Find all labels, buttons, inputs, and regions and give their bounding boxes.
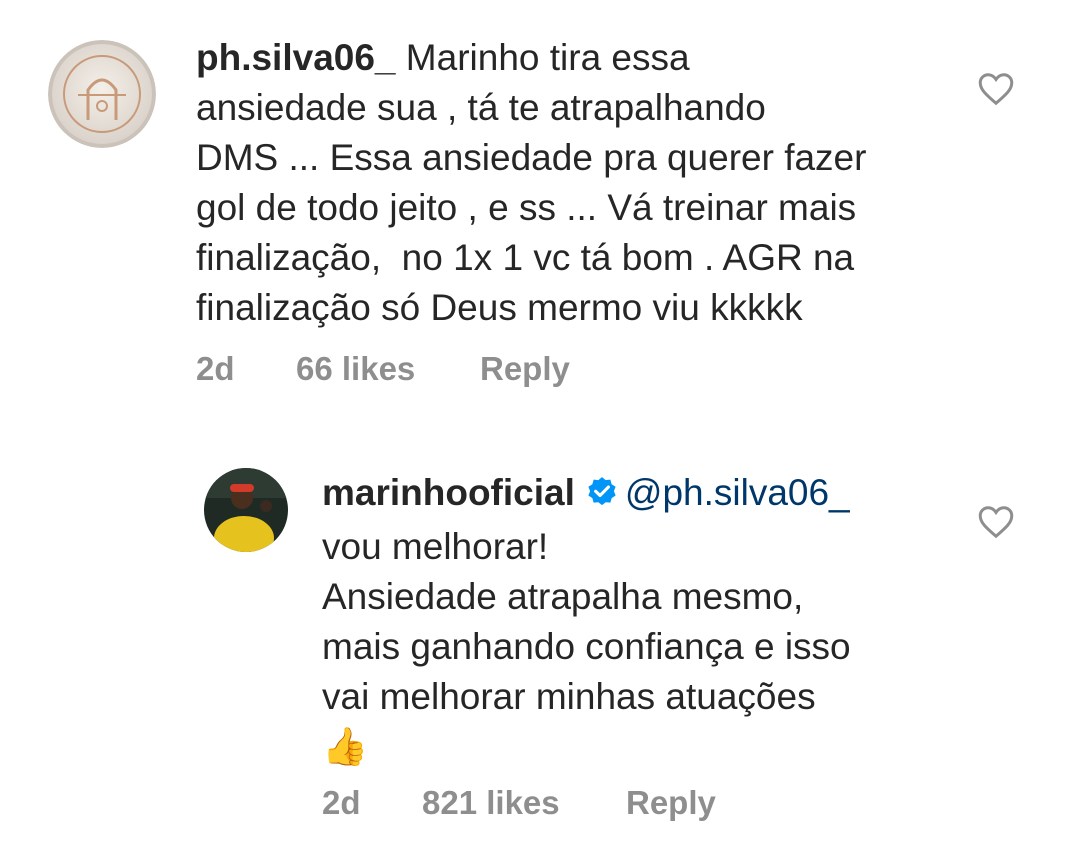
comment-line: Ansiedade atrapalha mesmo, — [322, 576, 804, 617]
thumbs-up-emoji: 👍 — [322, 726, 369, 767]
comment-line: finalização só Deus mermo viu kkkkk — [196, 287, 803, 328]
comment-time: 2d — [196, 350, 235, 387]
comment-line: Marinho tira essa — [395, 37, 690, 78]
heart-outline-icon[interactable] — [978, 505, 1014, 539]
comment-meta: 2d 66 likes Reply — [196, 350, 570, 388]
username[interactable]: ph.silva06_ — [196, 37, 396, 78]
comment-meta: 2d 821 likes Reply — [322, 784, 716, 822]
avatar[interactable] — [48, 40, 156, 148]
comment-text: marinhooficial @ph.silva06_ vou melhorar!… — [322, 468, 851, 772]
comment-text: ph.silva06_ Marinho tira essa ansiedade … — [196, 33, 866, 333]
heart-outline-icon[interactable] — [978, 72, 1014, 106]
verified-badge-icon — [585, 472, 619, 522]
comment-line: finalização, no 1x 1 vc tá bom . AGR na — [196, 237, 855, 278]
comment-line: DMS ... Essa ansiedade pra querer fazer — [196, 137, 867, 178]
comment-line: vou melhorar! — [322, 526, 549, 567]
comment-line: gol de todo jeito , e ss ... Vá treinar … — [196, 187, 857, 228]
psg-crest-icon — [48, 40, 156, 148]
reply-button[interactable]: Reply — [480, 350, 570, 388]
mention-link[interactable]: @ph.silva06_ — [625, 472, 850, 513]
likes-count[interactable]: 821 likes — [422, 784, 626, 822]
profile-photo-icon — [204, 468, 288, 552]
reply-button[interactable]: Reply — [626, 784, 716, 822]
comment-line: vai melhorar minhas atuações — [322, 676, 816, 717]
avatar[interactable] — [204, 468, 288, 552]
comment-time: 2d — [322, 784, 361, 821]
username[interactable]: marinhooficial — [322, 472, 575, 513]
comment-line: ansiedade sua , tá te atrapalhando — [196, 87, 766, 128]
comment-line: mais ganhando confiança e isso — [322, 626, 851, 667]
likes-count[interactable]: 66 likes — [296, 350, 480, 388]
